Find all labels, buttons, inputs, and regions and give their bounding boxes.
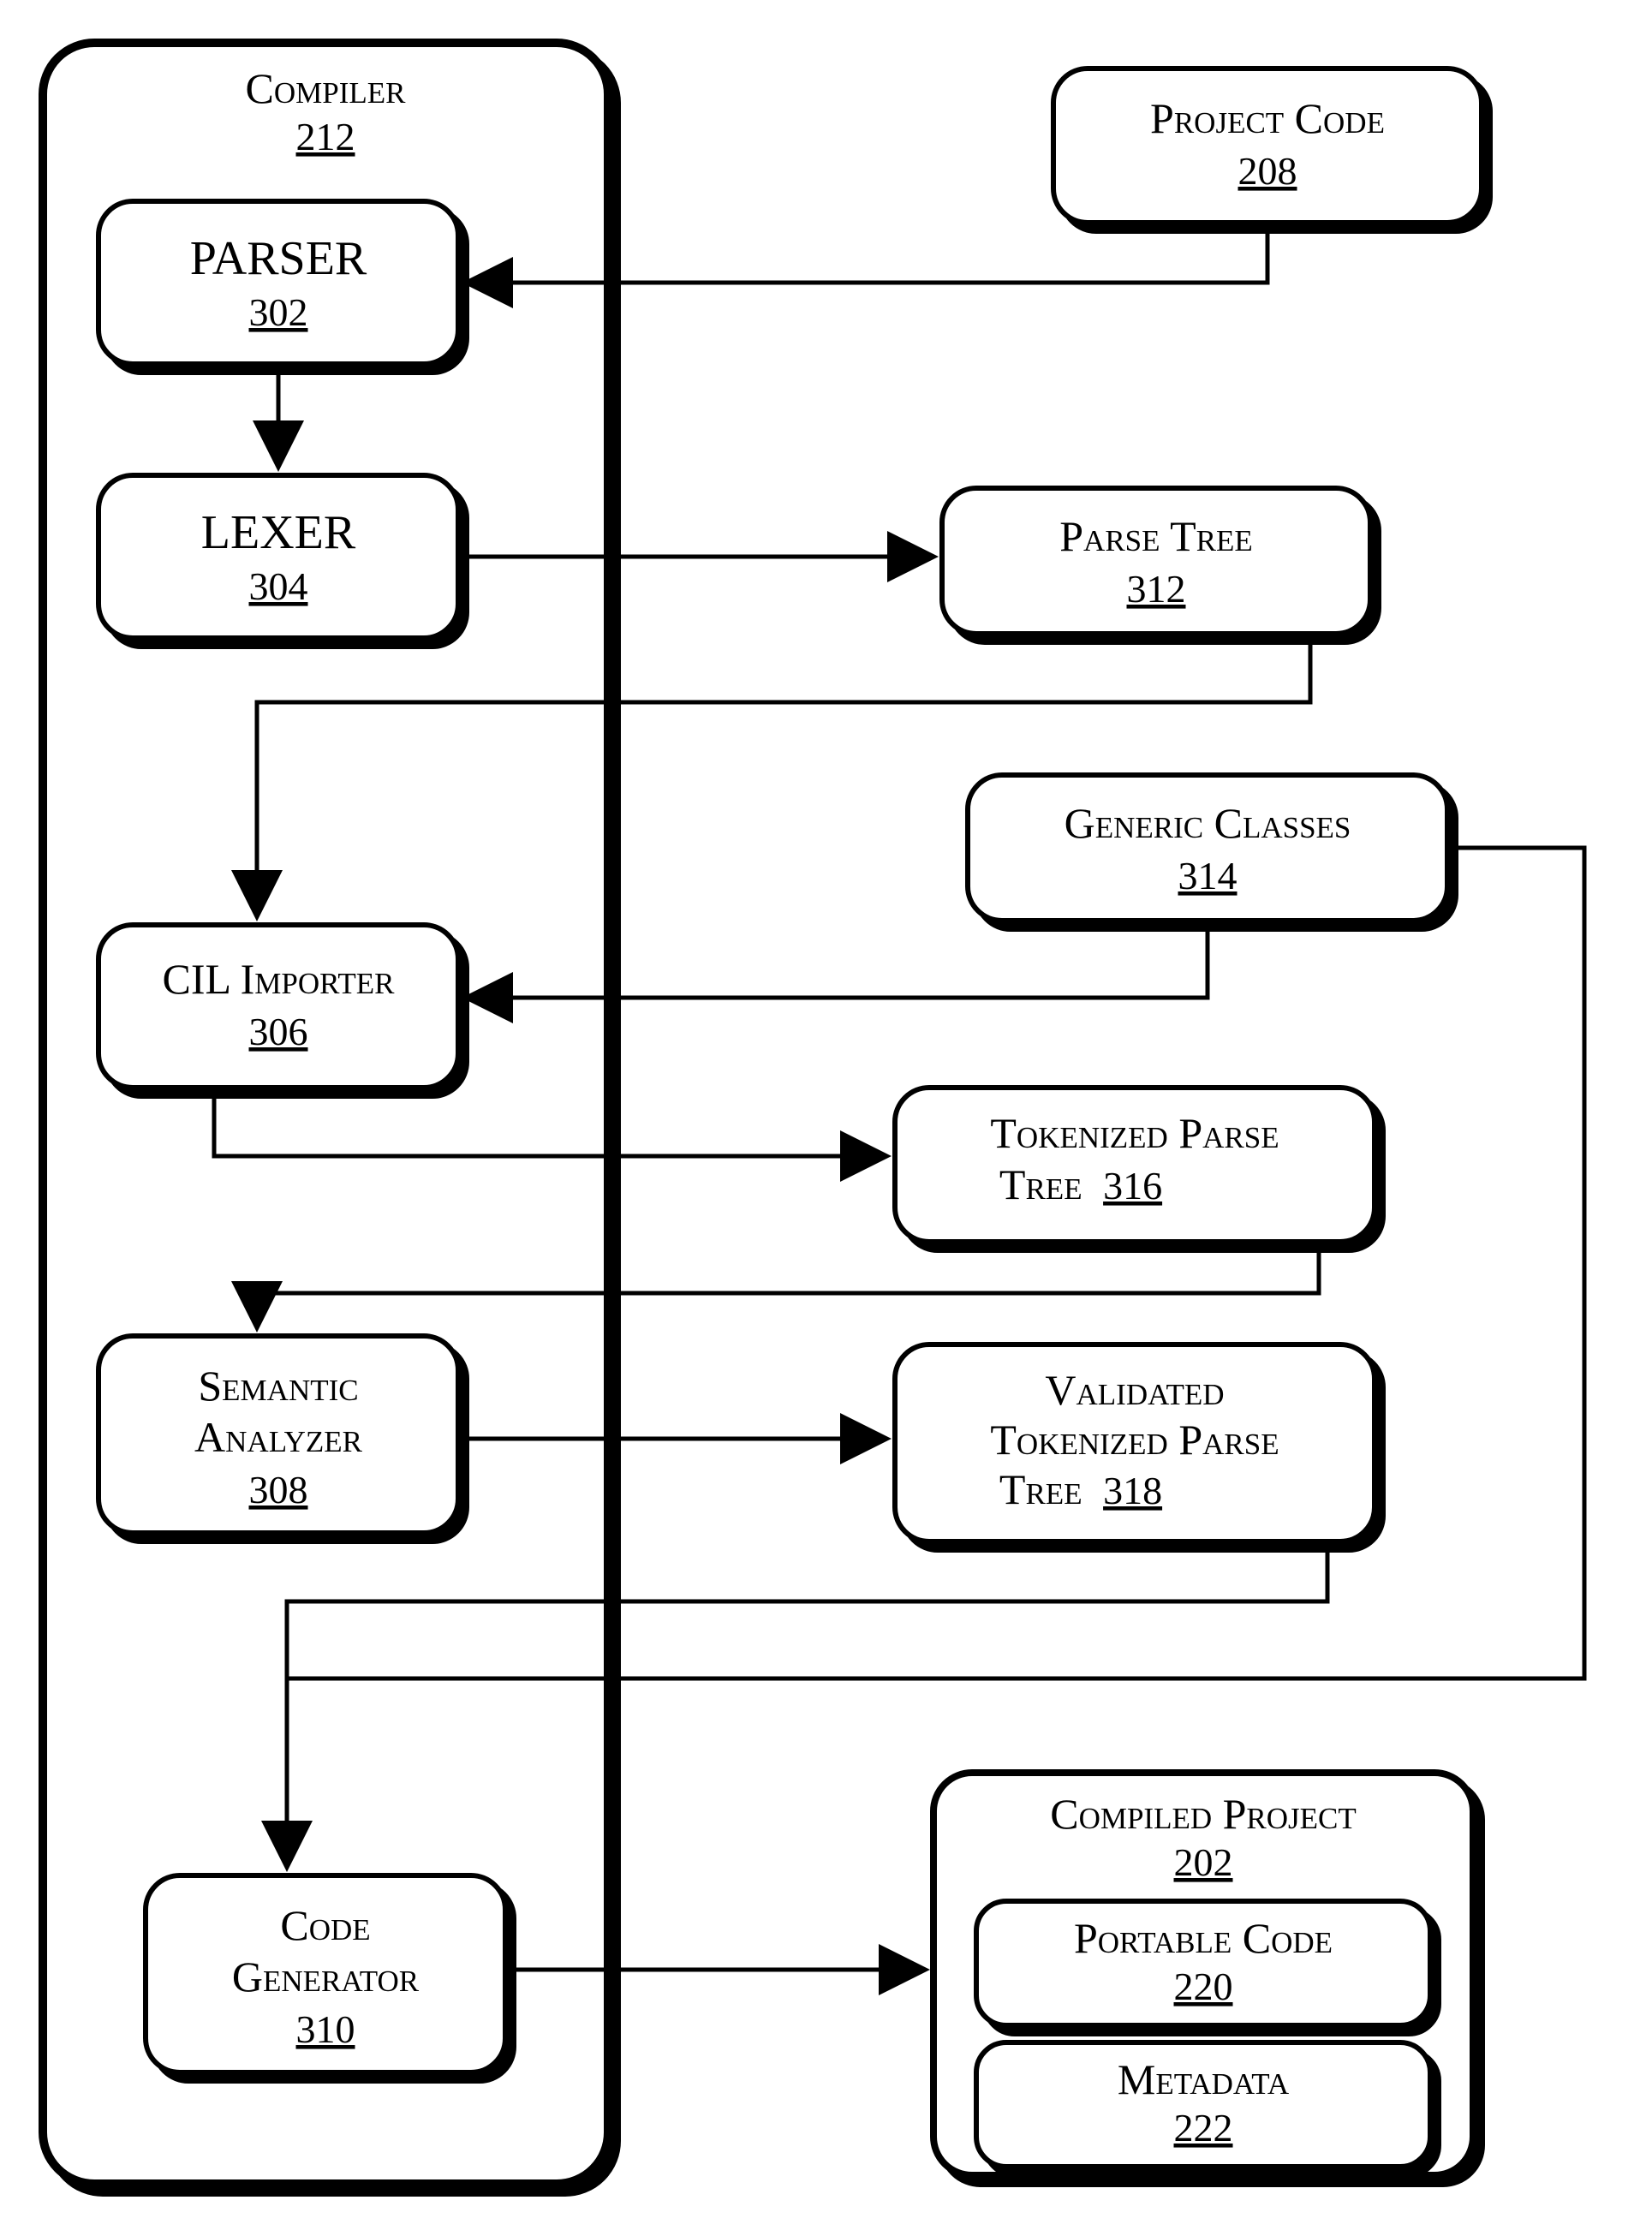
- valtok-title1: Validated: [1045, 1366, 1224, 1414]
- compiledproject-title: Compiled Project: [1050, 1790, 1357, 1838]
- tokparsetree-title1: Tokenized Parse: [990, 1109, 1279, 1157]
- portablecode-num: 220: [1174, 1965, 1233, 2008]
- parsetree-title: Parse Tree: [1059, 512, 1253, 560]
- valtok-title2: Tokenized Parse: [990, 1416, 1279, 1464]
- genericclasses-box: Generic Classes 314: [968, 775, 1447, 921]
- semantic-box: Semantic Analyzer 308: [98, 1336, 458, 1533]
- lexer-box: LEXER 304: [98, 475, 458, 638]
- parser-box: PARSER 302: [98, 201, 458, 364]
- codegen-title1: Code: [280, 1901, 370, 1949]
- svg-text:Tree 318: Tree 318: [999, 1465, 1162, 1513]
- codegen-title2: Generator: [232, 1953, 420, 2000]
- lexer-num: 304: [249, 564, 308, 608]
- compiler-num: 212: [296, 115, 355, 158]
- compiledproject-box: Compiled Project 202 Portable Code 220 M…: [933, 1773, 1473, 2175]
- valtokparsetree-box: Validated Tokenized Parse Tree 318: [895, 1345, 1375, 1541]
- portablecode-box: Portable Code 220: [976, 1901, 1430, 2025]
- cil-title: CIL Importer: [162, 955, 395, 1003]
- tokparsetree-title2: Tree: [999, 1160, 1082, 1208]
- codegen-num: 310: [296, 2007, 355, 2051]
- parsetree-box: Parse Tree 312: [942, 488, 1370, 634]
- semantic-title2: Analyzer: [194, 1413, 363, 1461]
- metadata-box: Metadata 222: [976, 2042, 1430, 2167]
- genericclasses-title: Generic Classes: [1065, 799, 1351, 847]
- semantic-num: 308: [249, 1468, 308, 1512]
- parsetree-num: 312: [1127, 567, 1186, 611]
- valtok-title3: Tree: [999, 1465, 1082, 1513]
- tokparsetree-box: Tokenized Parse Tree 316: [895, 1088, 1375, 1242]
- lexer-title: LEXER: [201, 506, 356, 559]
- metadata-title: Metadata: [1118, 2055, 1290, 2103]
- codegen-box: Code Generator 310: [146, 1875, 505, 2072]
- compiledproject-num: 202: [1174, 1840, 1233, 1884]
- portablecode-title: Portable Code: [1074, 1914, 1333, 1962]
- svg-text:Tree 316: Tree 316: [999, 1160, 1162, 1208]
- compiler-diagram: Compiler 212 PARSER 302 LEXER 304 CIL Im…: [0, 0, 1652, 2230]
- parser-num: 302: [249, 290, 308, 334]
- parser-title: PARSER: [190, 232, 367, 285]
- genericclasses-num: 314: [1178, 854, 1238, 897]
- tokparsetree-num: 316: [1103, 1164, 1162, 1207]
- projectcode-title: Project Code: [1150, 94, 1385, 142]
- projectcode-box: Project Code 208: [1053, 69, 1482, 223]
- cil-num: 306: [249, 1010, 308, 1053]
- cil-box: CIL Importer 306: [98, 925, 458, 1088]
- compiler-title: Compiler: [246, 64, 407, 112]
- metadata-num: 222: [1174, 2106, 1233, 2150]
- projectcode-num: 208: [1238, 149, 1297, 193]
- valtok-num: 318: [1103, 1469, 1162, 1512]
- semantic-title1: Semantic: [198, 1362, 358, 1410]
